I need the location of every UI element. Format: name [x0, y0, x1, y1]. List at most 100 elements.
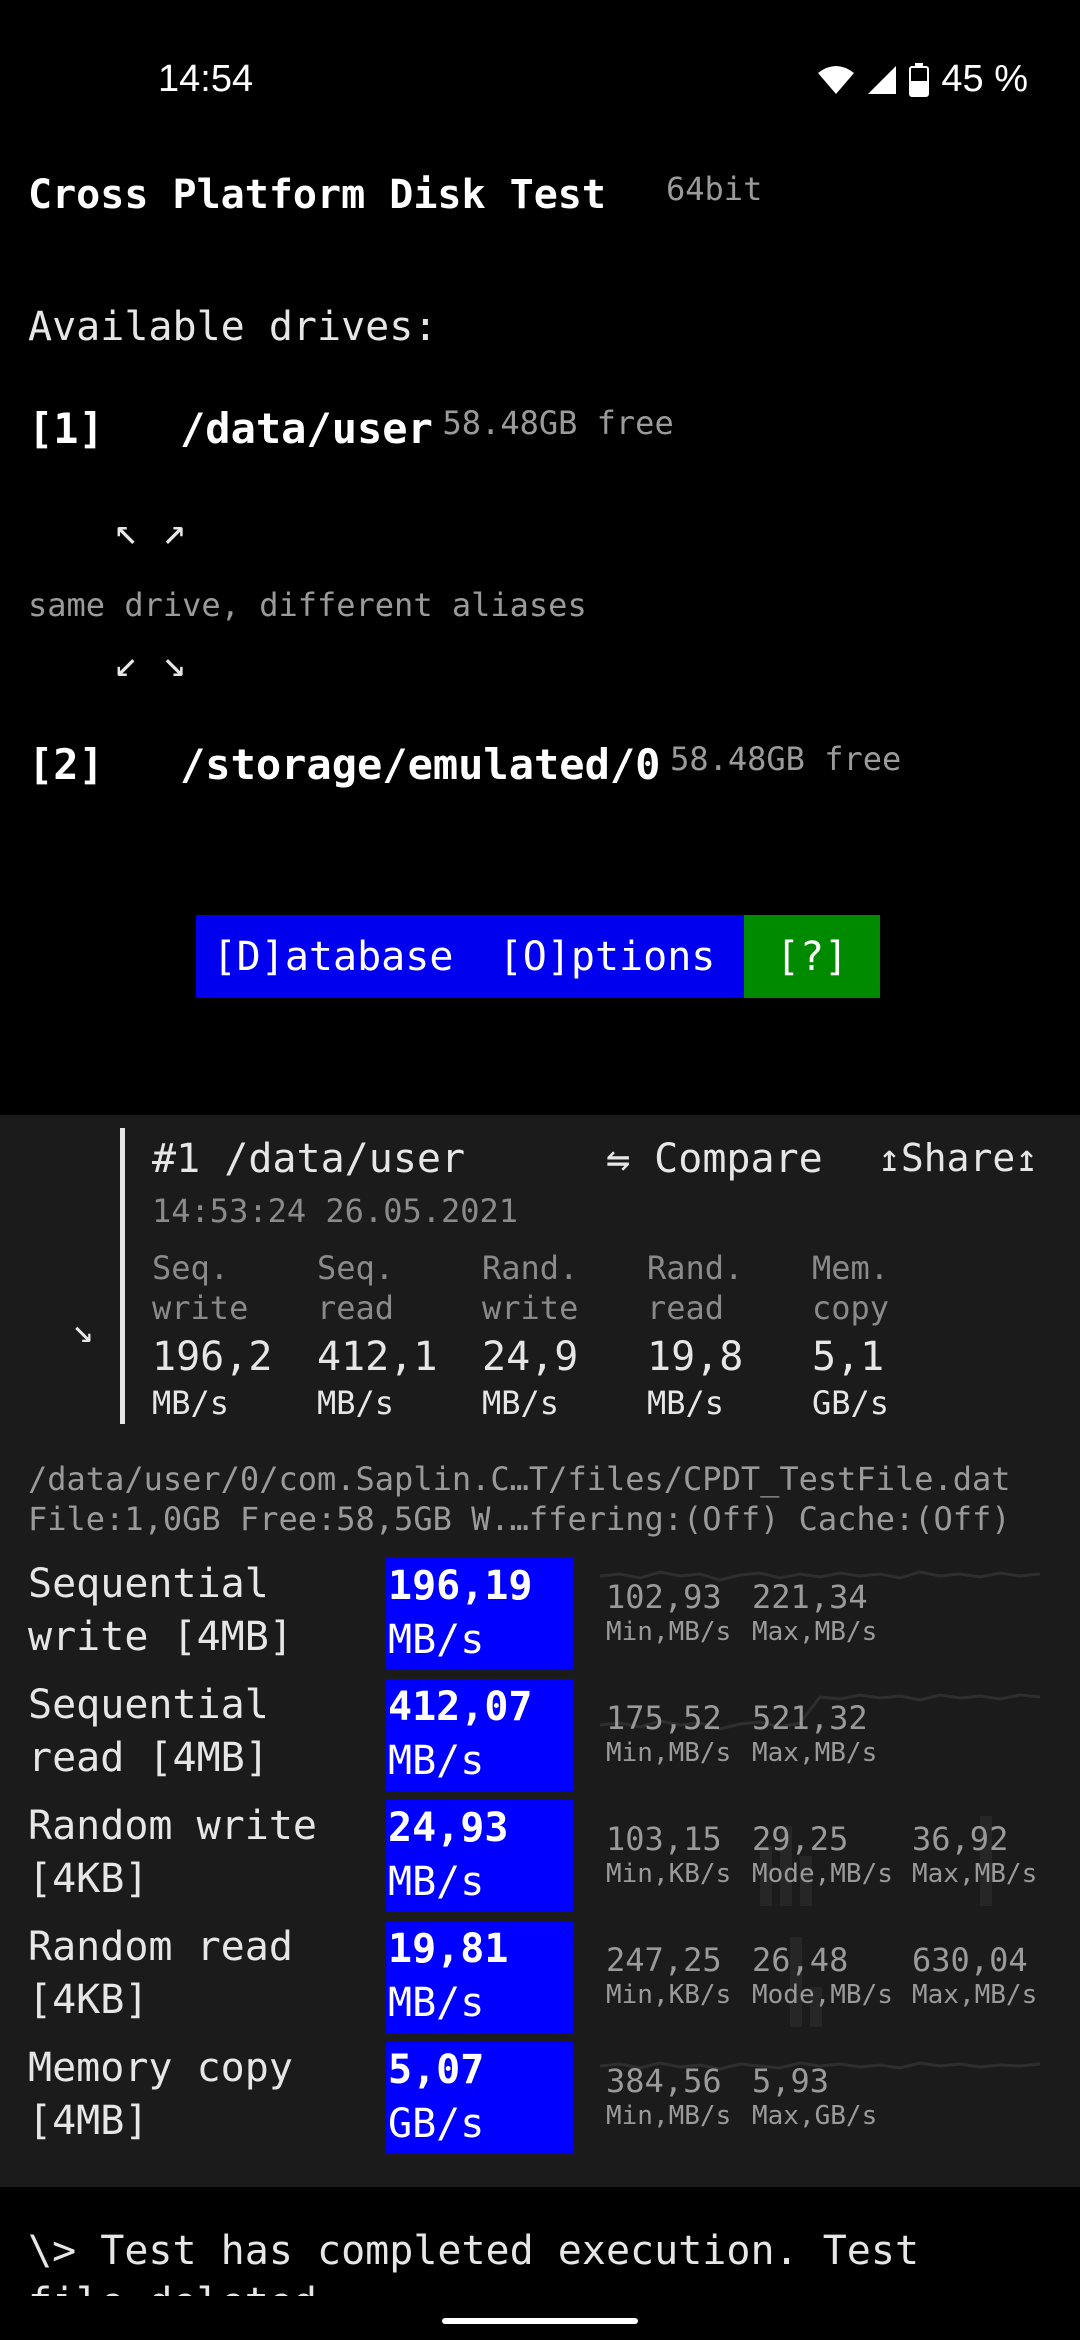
- test-file-path: /data/user/0/com.Saplin.C…T/files/CPDT_T…: [28, 1460, 1011, 1498]
- test-file-info: File:1,0GB Free:58,5GB W.…ffering:(Off) …: [28, 1500, 1011, 1538]
- alias-arrows-down-icon: ↙ ↘: [114, 640, 187, 686]
- stat-value: 103,15: [606, 1820, 722, 1858]
- summary-value: 24,9: [482, 1334, 579, 1380]
- summary-label: Rand. read: [647, 1249, 744, 1327]
- stat-value: 36,92: [912, 1820, 1009, 1858]
- summary-unit: MB/s: [482, 1384, 560, 1422]
- summary-rand-read: Rand. read 19,8 MB/s: [647, 1248, 807, 1424]
- status-icons: 45 %: [817, 58, 1028, 101]
- stat-value: 521,32: [752, 1699, 868, 1737]
- drive-item-1[interactable]: [1]: [28, 404, 104, 453]
- test-stat: 26,48 Mode,MB/s: [752, 1941, 893, 2011]
- drive-path: /storage/emulated/0: [180, 740, 661, 789]
- stat-label: Max,GB/s: [752, 2101, 878, 2131]
- summary-label: Seq. write: [152, 1249, 249, 1327]
- test-stat: 247,25 Min,KB/s: [606, 1941, 731, 2011]
- drive-index: [2]: [28, 740, 104, 789]
- summary-mem-copy: Mem. copy 5,1 GB/s: [812, 1248, 972, 1424]
- stat-value: 26,48: [752, 1941, 849, 1979]
- test-name: Sequential read [4MB]: [28, 1682, 269, 1781]
- console-output: \> Test has completed execution. Test: [28, 2228, 920, 2274]
- app-arch: 64bit: [666, 170, 763, 208]
- test-row-rand-write: Random write [4KB] 24,93 MB/s 103,15 Min…: [0, 1800, 1080, 1912]
- stat-label: Max,MB/s: [912, 1980, 1038, 2010]
- test-value: 412,07: [388, 1684, 533, 1730]
- stat-value: 5,93: [752, 2062, 830, 2100]
- battery-icon: [909, 62, 930, 97]
- stat-label: Max,MB/s: [912, 1859, 1038, 1889]
- summary-value: 412,1: [317, 1334, 438, 1380]
- test-value: 5,07: [388, 2047, 485, 2093]
- test-stat: 103,15 Min,KB/s: [606, 1820, 731, 1890]
- test-result-box: 412,07 MB/s: [386, 1679, 574, 1791]
- status-time: 14:54: [158, 58, 254, 100]
- result-timestamp: 14:53:24 26.05.2021: [152, 1192, 519, 1230]
- test-result-box: 24,93 MB/s: [386, 1800, 574, 1912]
- drive-index: [1]: [28, 404, 104, 453]
- summary-unit: GB/s: [812, 1384, 890, 1422]
- test-result-box: 19,81 MB/s: [386, 1921, 574, 2033]
- test-stat: 630,04 Max,MB/s: [912, 1941, 1037, 2011]
- options-button[interactable]: [O]ptions: [470, 915, 744, 998]
- test-row-rand-read: Random read [4KB] 19,81 MB/s 247,25 Min,…: [0, 1921, 1080, 2033]
- drive-path: /data/user: [180, 404, 433, 453]
- stat-label: Min,MB/s: [606, 1738, 732, 1768]
- compare-button[interactable]: ⇋ Compare: [606, 1136, 823, 1182]
- help-button[interactable]: [?]: [744, 915, 880, 998]
- result-divider: [120, 1128, 125, 1424]
- drive-path-2-row[interactable]: /storage/emulated/0 58.48GB free: [180, 740, 901, 789]
- test-row-seq-write: Sequential write [4MB] 196,19 MB/s 102,9…: [0, 1558, 1080, 1670]
- test-result-box: 196,19 MB/s: [386, 1558, 574, 1670]
- stat-label: Min,MB/s: [606, 2101, 732, 2131]
- stat-label: Mode,MB/s: [752, 1859, 893, 1889]
- battery-percent: 45 %: [941, 58, 1028, 100]
- stat-value: 630,04: [912, 1941, 1028, 1979]
- test-name: Random write [4KB]: [28, 1803, 317, 1902]
- database-button[interactable]: [D]atabase: [196, 915, 470, 998]
- test-row-mem-copy: Memory copy [4MB] 5,07 GB/s 384,56 Min,M…: [0, 2042, 1080, 2154]
- test-unit: MB/s: [388, 1617, 485, 1663]
- summary-value: 196,2: [152, 1334, 273, 1380]
- summary-seq-read: Seq. read 412,1 MB/s: [317, 1248, 477, 1424]
- home-indicator[interactable]: [442, 2318, 638, 2324]
- summary-label: Seq. read: [317, 1249, 395, 1327]
- summary-value: 19,8: [647, 1334, 744, 1380]
- stat-label: Mode,MB/s: [752, 1980, 893, 2010]
- stat-label: Min,KB/s: [606, 1980, 732, 2010]
- test-result-box: 5,07 GB/s: [386, 2042, 574, 2154]
- stat-label: Max,MB/s: [752, 1617, 878, 1647]
- test-stat: 29,25 Mode,MB/s: [752, 1820, 893, 1890]
- collapse-arrow-icon[interactable]: ↘: [72, 1310, 94, 1351]
- test-stat: 5,93 Max,GB/s: [752, 2062, 877, 2132]
- result-title: #1 /data/user: [152, 1136, 466, 1182]
- summary-seq-write: Seq. write 196,2 MB/s: [152, 1248, 312, 1424]
- stat-value: 175,52: [606, 1699, 722, 1737]
- app-title: Cross Platform Disk Test: [28, 172, 606, 218]
- summary-unit: MB/s: [317, 1384, 395, 1422]
- menu-bar: [D]atabase [O]ptions [?]: [196, 915, 880, 998]
- test-stat: 175,52 Min,MB/s: [606, 1699, 731, 1769]
- test-stat: 384,56 Min,MB/s: [606, 2062, 731, 2132]
- test-unit: MB/s: [388, 1859, 485, 1905]
- share-button[interactable]: ↥Share↥: [878, 1136, 1038, 1180]
- drive-path-1-row[interactable]: /data/user 58.48GB free: [180, 404, 674, 453]
- summary-unit: MB/s: [152, 1384, 230, 1422]
- test-stat: 102,93 Min,MB/s: [606, 1578, 731, 1648]
- alias-note: same drive, different aliases: [28, 586, 587, 624]
- test-unit: GB/s: [388, 2101, 485, 2147]
- test-row-seq-read: Sequential read [4MB] 412,07 MB/s 175,52…: [0, 1679, 1080, 1791]
- test-value: 196,19: [388, 1563, 533, 1609]
- stat-value: 384,56: [606, 2062, 722, 2100]
- test-unit: MB/s: [388, 1980, 485, 2026]
- wifi-icon: [818, 65, 855, 94]
- test-name: Random read [4KB]: [28, 1924, 293, 2023]
- test-value: 19,81: [388, 1926, 509, 1972]
- stat-value: 29,25: [752, 1820, 849, 1858]
- alias-arrows-up-icon: ↖ ↗: [114, 508, 187, 554]
- summary-unit: MB/s: [647, 1384, 725, 1422]
- console-output-continued: file deleted.: [28, 2280, 341, 2296]
- drive-item-2[interactable]: [2]: [28, 740, 104, 789]
- stat-value: 102,93: [606, 1578, 722, 1616]
- test-unit: MB/s: [388, 1738, 485, 1784]
- stat-value: 221,34: [752, 1578, 868, 1616]
